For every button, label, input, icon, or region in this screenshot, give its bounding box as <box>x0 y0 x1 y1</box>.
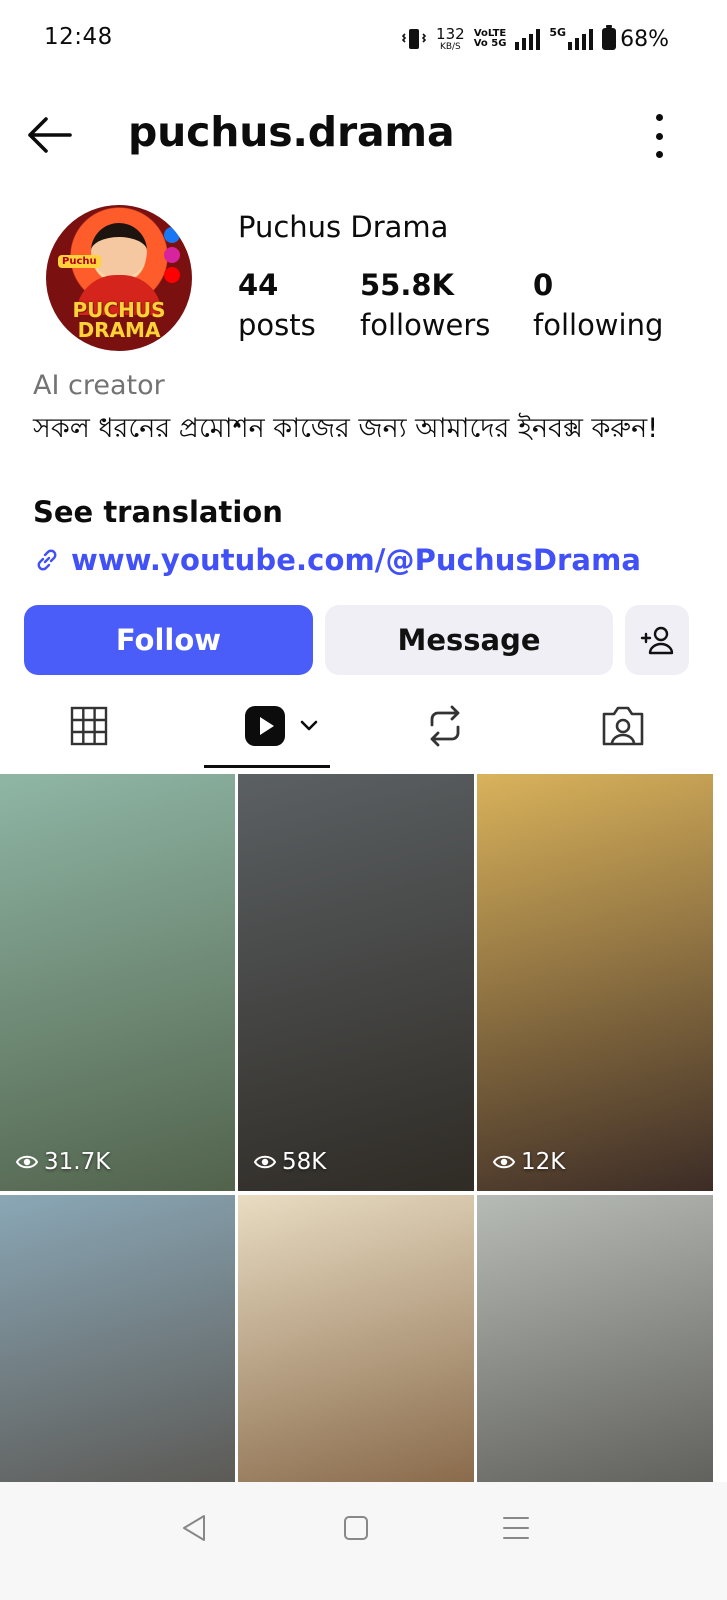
tab-tagged[interactable] <box>578 690 668 762</box>
see-translation-link[interactable]: See translation <box>33 495 283 529</box>
suggested-users-button[interactable] <box>625 605 689 675</box>
battery-level: 68% <box>620 26 669 52</box>
network-speed-unit: KB/S <box>439 41 461 52</box>
nav-back-icon[interactable] <box>176 1508 216 1548</box>
post-tile[interactable] <box>238 1195 474 1482</box>
stat-followers-value: 55.8K <box>360 268 455 302</box>
view-count: 12K <box>493 1149 565 1175</box>
volte-indicator: VoLTE Vo 5G <box>474 29 507 49</box>
stat-posts-value: 44 <box>238 268 279 302</box>
youtube-icon <box>164 267 180 283</box>
stat-followers-label: followers <box>360 308 491 342</box>
avatar-tag: Puchu <box>58 255 101 268</box>
post-tile[interactable]: 58K <box>238 774 474 1191</box>
active-tab-indicator <box>204 765 330 768</box>
profile-link[interactable]: www.youtube.com/@PuchusDrama <box>33 543 641 577</box>
stat-followers[interactable]: 55.8K followers <box>360 268 490 342</box>
view-count-value: 58K <box>282 1149 327 1175</box>
profile-header: puchus.drama <box>0 100 727 170</box>
tab-grid[interactable] <box>44 690 134 762</box>
link-icon <box>37 549 57 571</box>
tagged-icon <box>602 706 644 746</box>
follow-button[interactable]: Follow <box>24 605 313 675</box>
profile-link-text: www.youtube.com/@PuchusDrama <box>71 543 642 577</box>
more-options-icon[interactable] <box>651 114 667 158</box>
tab-reposts[interactable] <box>400 690 490 762</box>
back-arrow-icon[interactable] <box>24 113 74 157</box>
views-icon <box>254 1155 276 1169</box>
display-name: Puchus Drama <box>238 210 449 244</box>
chevron-down-icon <box>300 720 318 731</box>
page-title-username: puchus.drama <box>128 108 455 156</box>
vibrate-icon <box>401 29 427 49</box>
status-icons: 132 KB/S VoLTE Vo 5G 5G 68% <box>401 22 669 56</box>
avatar-child-face <box>91 223 147 279</box>
view-count: 31.7K <box>16 1149 110 1175</box>
profile-category: AI creator <box>33 370 165 401</box>
view-count-value: 12K <box>521 1149 566 1175</box>
network-speed-value: 132 <box>436 24 465 43</box>
status-bar: 12:48 132 KB/S VoLTE Vo 5G 5G 68% <box>0 0 727 80</box>
network-type: 5G <box>549 26 567 39</box>
stat-posts-label: posts <box>238 308 316 342</box>
view-count: 58K <box>254 1149 326 1175</box>
battery-indicator: 68% <box>602 25 669 52</box>
avatar-social-icons <box>164 227 180 283</box>
stat-following-label: following <box>533 308 664 342</box>
signal-icon <box>515 28 541 50</box>
post-tile[interactable]: 12K <box>477 774 713 1191</box>
instagram-icon <box>164 247 180 263</box>
avatar[interactable]: Puchu PUCHUS DRAMA <box>46 205 192 351</box>
status-time: 12:48 <box>44 24 113 50</box>
reels-icon <box>245 706 285 746</box>
grid-icon <box>70 706 108 746</box>
facebook-icon <box>164 227 180 243</box>
tab-reels[interactable] <box>226 690 336 762</box>
post-tile[interactable] <box>0 1195 235 1482</box>
profile-bio: সকল ধরনের প্রমোশন কাজের জন্য আমাদের ইনবক… <box>33 413 659 444</box>
post-tile[interactable]: 31.7K <box>0 774 235 1191</box>
views-icon <box>16 1155 38 1169</box>
message-button[interactable]: Message <box>325 605 613 675</box>
signal-5g-icon: 5G <box>549 26 594 50</box>
reposts-icon <box>430 705 460 747</box>
stat-following-value: 0 <box>533 268 554 302</box>
nav-recents-icon[interactable] <box>496 1508 536 1548</box>
nav-home-icon[interactable] <box>336 1508 376 1548</box>
stat-following[interactable]: 0 following <box>533 268 663 342</box>
view-count-value: 31.7K <box>44 1149 111 1175</box>
post-tile[interactable] <box>477 1195 713 1482</box>
vo5g-label: Vo 5G <box>473 38 507 49</box>
battery-icon <box>602 25 617 50</box>
profile-tabs <box>0 690 727 770</box>
avatar-brand-text: PUCHUS DRAMA <box>72 298 166 342</box>
views-icon <box>493 1155 515 1169</box>
system-nav-bar <box>0 1482 727 1600</box>
network-speed: 132 KB/S <box>436 24 465 52</box>
add-person-icon <box>640 626 674 655</box>
stat-posts[interactable]: 44 posts <box>238 268 316 342</box>
